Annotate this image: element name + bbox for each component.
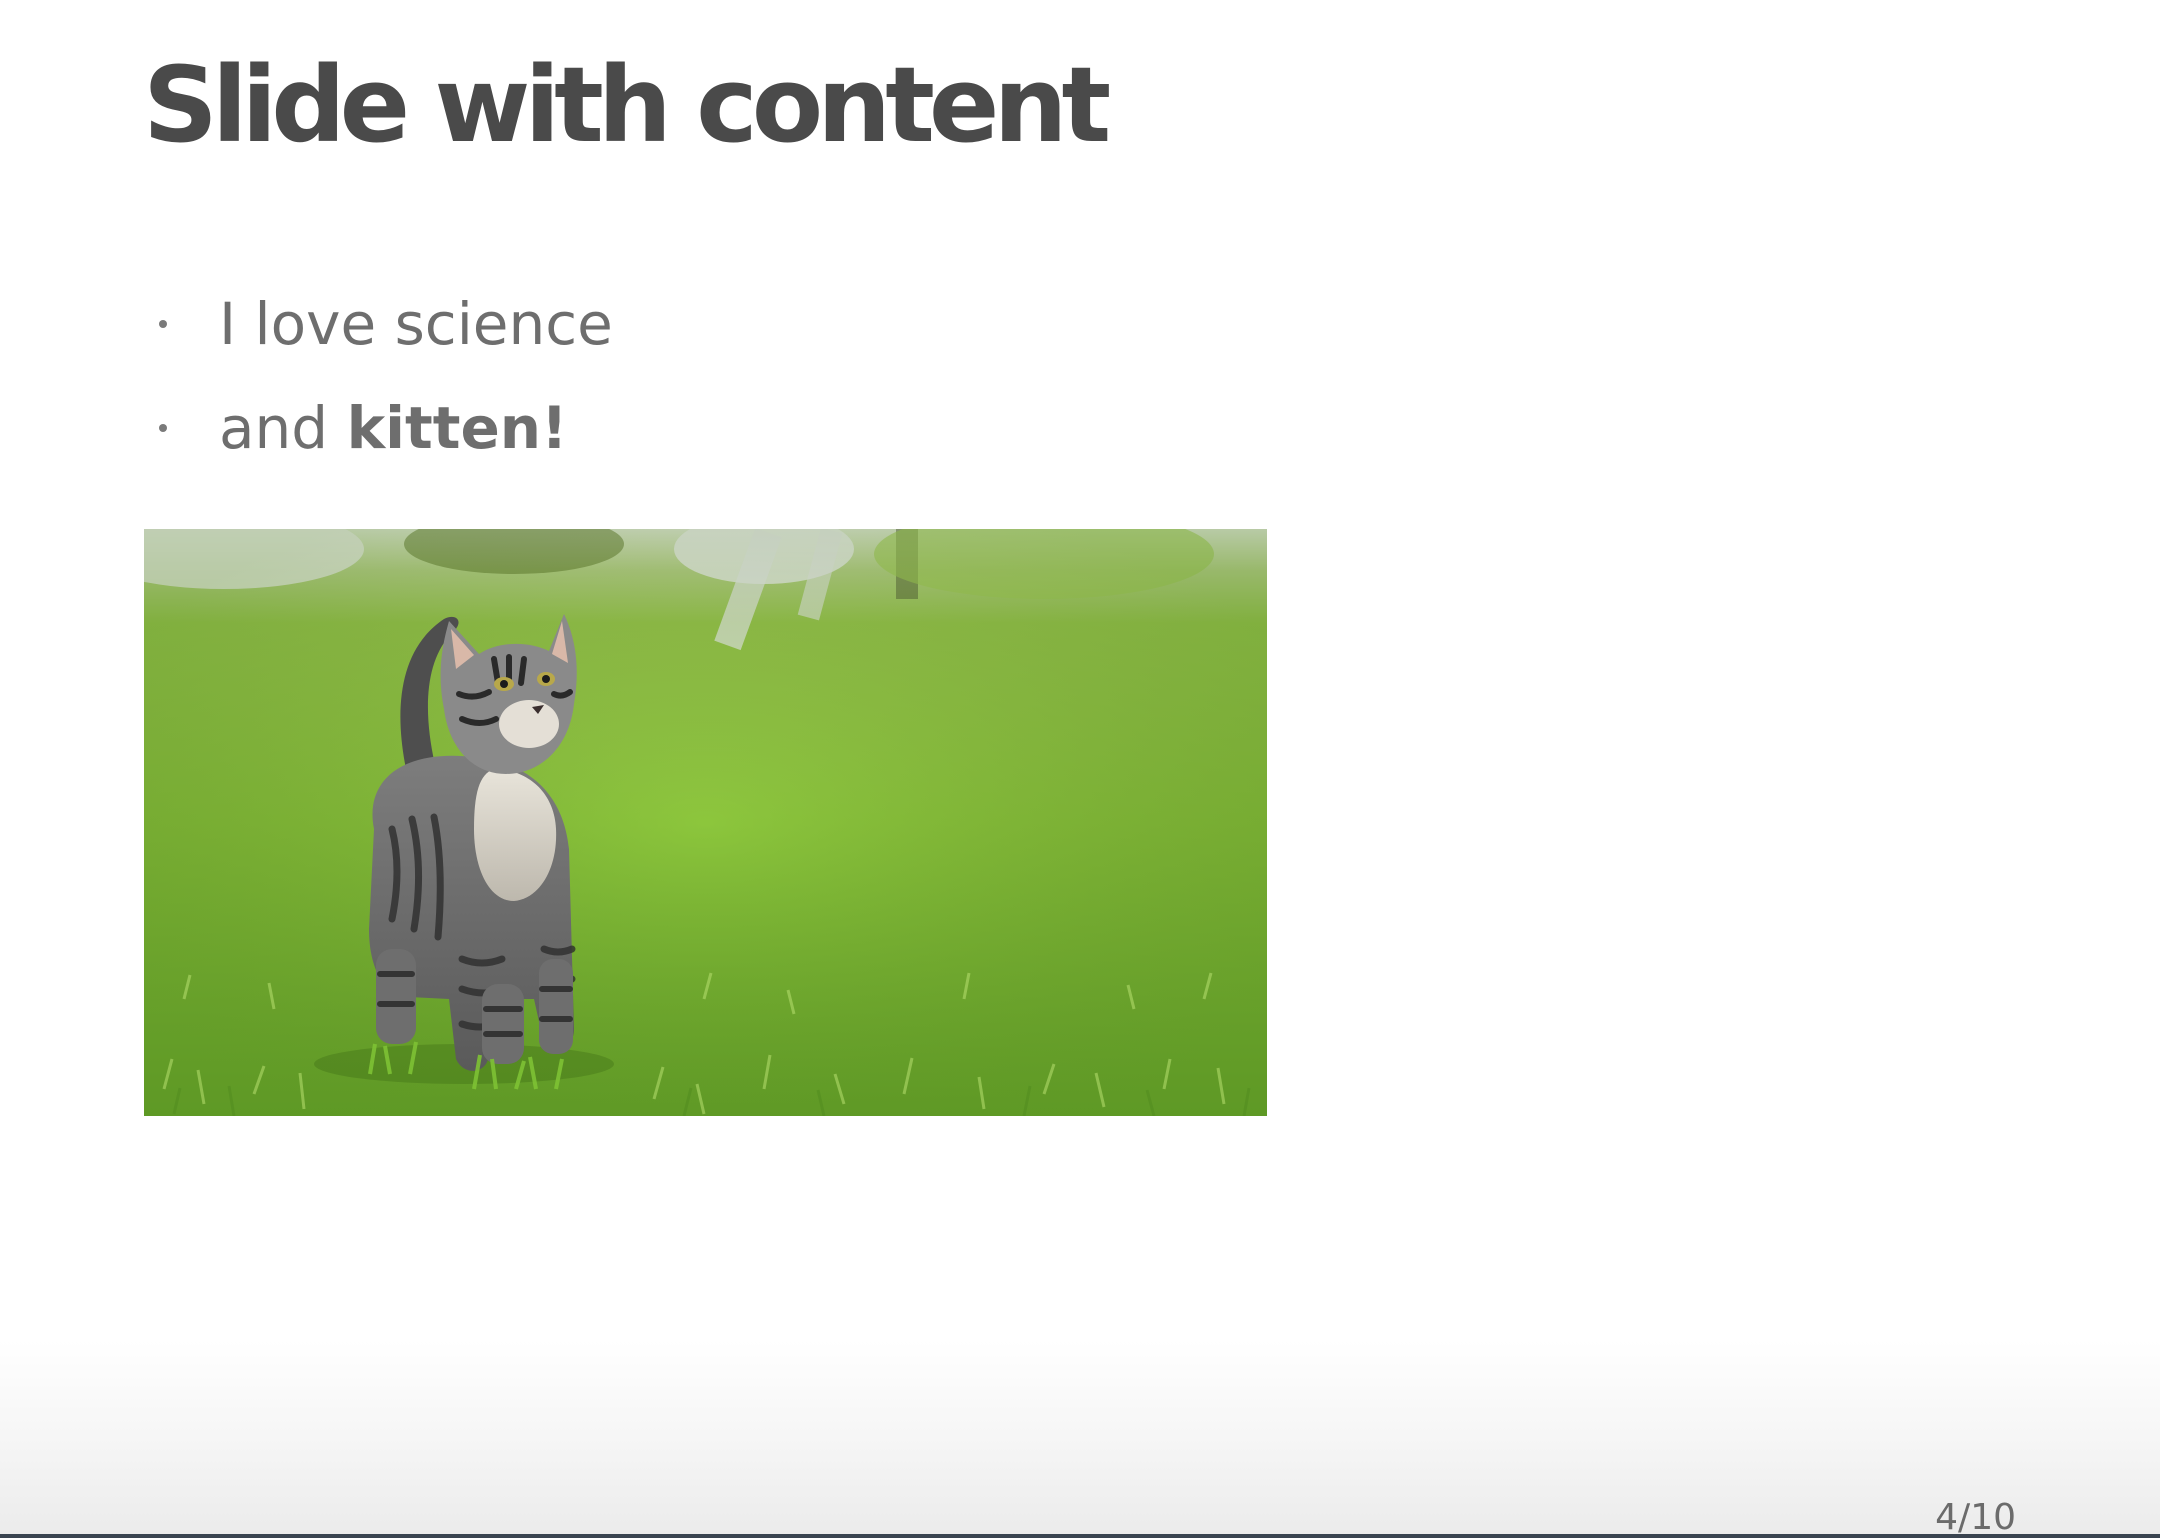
bullet-text: and (219, 394, 347, 462)
bullet-bold-text: kitten! (346, 394, 568, 462)
slide-title: Slide with content (143, 44, 1111, 166)
bullet-item-science: I love science (143, 278, 613, 382)
slide: Slide with content I love science and ki… (0, 0, 2160, 1538)
bullet-text: I love science (219, 290, 613, 358)
footer-divider (0, 1534, 2160, 1538)
kitten-photo (144, 529, 1267, 1116)
bullet-list: I love science and kitten! (143, 278, 613, 486)
bullet-item-kitten: and kitten! (143, 382, 613, 486)
bullet-dot-icon (159, 424, 167, 432)
footer-gradient (0, 1340, 2160, 1535)
bullet-dot-icon (159, 320, 167, 328)
kitten-photo-icon (144, 529, 1267, 1116)
page-number: 4/10 (1935, 1497, 2016, 1538)
